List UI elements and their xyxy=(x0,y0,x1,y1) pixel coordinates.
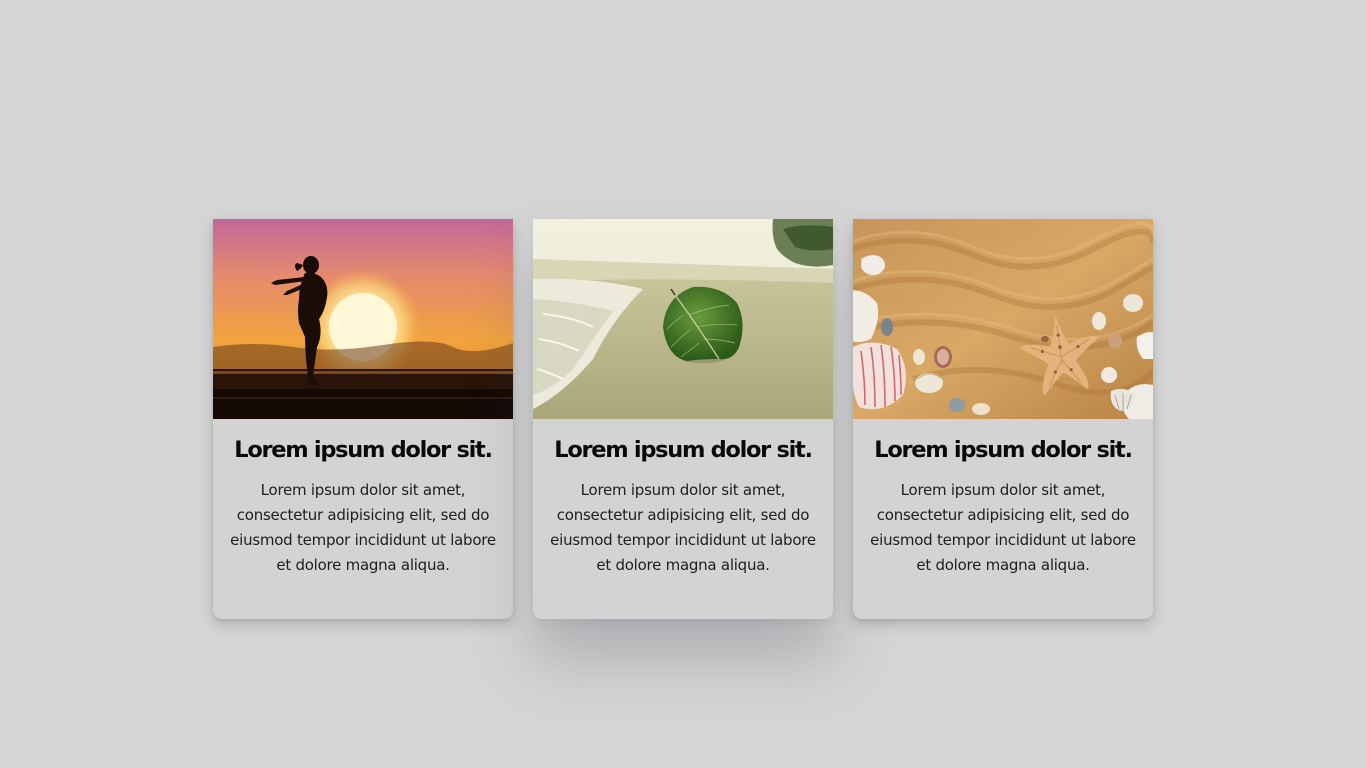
card-description: Lorem ipsum dolor sit amet, consectetur … xyxy=(870,481,1136,574)
card-description: Lorem ipsum dolor sit amet, consectetur … xyxy=(550,481,816,574)
page-stage: Lorem ipsum dolor sit. Lorem ipsum dolor… xyxy=(0,0,1366,768)
card-title: Lorem ipsum dolor sit. xyxy=(554,437,813,463)
card-body: Lorem ipsum dolor sit. Lorem ipsum dolor… xyxy=(533,419,833,578)
beach-leaf-image xyxy=(533,219,833,419)
card-description: Lorem ipsum dolor sit amet, consectetur … xyxy=(230,481,496,574)
card-body: Lorem ipsum dolor sit. Lorem ipsum dolor… xyxy=(213,419,513,578)
seashells-sand-image xyxy=(853,219,1153,419)
card-sunset[interactable]: Lorem ipsum dolor sit. Lorem ipsum dolor… xyxy=(213,219,513,619)
card-body: Lorem ipsum dolor sit. Lorem ipsum dolor… xyxy=(853,419,1153,578)
sunset-silhouette-image xyxy=(213,219,513,419)
card-beach-leaf[interactable]: Lorem ipsum dolor sit. Lorem ipsum dolor… xyxy=(533,219,833,619)
card-seashells[interactable]: Lorem ipsum dolor sit. Lorem ipsum dolor… xyxy=(853,219,1153,619)
card-title: Lorem ipsum dolor sit. xyxy=(234,437,493,463)
card-title: Lorem ipsum dolor sit. xyxy=(874,437,1133,463)
card-row: Lorem ipsum dolor sit. Lorem ipsum dolor… xyxy=(213,219,1153,619)
